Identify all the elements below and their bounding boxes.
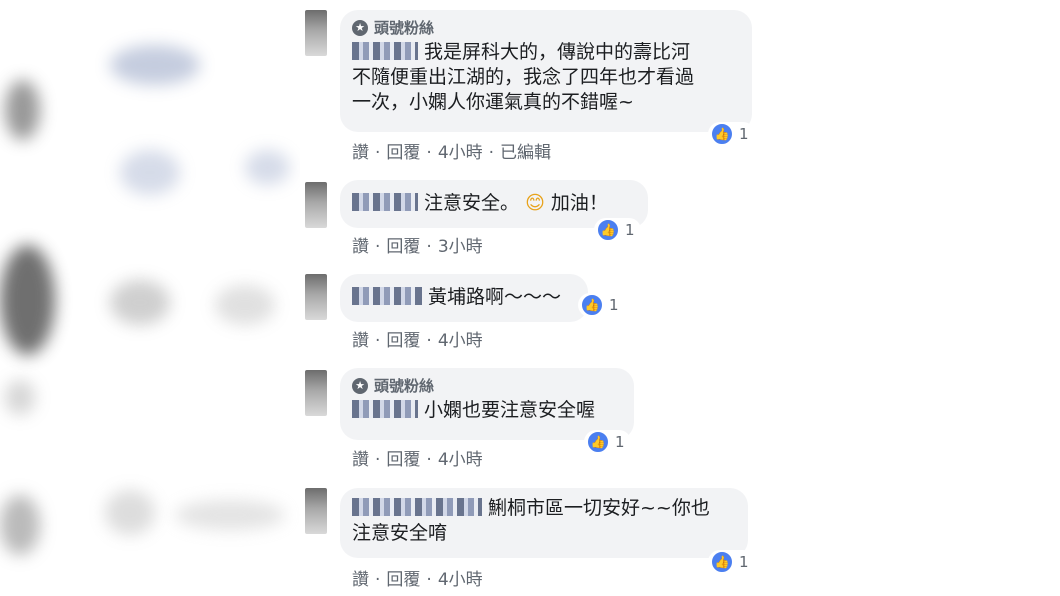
smile-emoji-icon: 😊 xyxy=(525,192,545,214)
comment-text: 加油！ xyxy=(550,192,608,214)
reaction-count-value: 1 xyxy=(615,433,625,451)
top-fan-badge: ★ 頭號粉絲 xyxy=(352,18,740,38)
timestamp[interactable]: 4小時 xyxy=(438,570,483,590)
reaction-count[interactable]: 👍 1 xyxy=(578,293,625,317)
reply-link[interactable]: 回覆 xyxy=(386,237,420,257)
reaction-count-value: 1 xyxy=(609,296,619,314)
reaction-count-value: 1 xyxy=(739,125,749,143)
like-link[interactable]: 讚 xyxy=(352,237,369,257)
reply-link[interactable]: 回覆 xyxy=(386,570,420,590)
like-link[interactable]: 讚 xyxy=(352,143,369,163)
comment-actions: 讚 · 回覆 · 4小時 xyxy=(352,331,483,351)
reaction-count-value: 1 xyxy=(739,553,749,571)
comment-text: 小嫻也要注意安全喔 xyxy=(424,399,596,421)
blurred-background xyxy=(0,0,300,596)
reply-link[interactable]: 回覆 xyxy=(386,450,420,470)
comment-text: 我是屏科大的，傳說中的壽比河 xyxy=(424,41,691,63)
comment-text: 黃埔路啊～～～ xyxy=(428,286,562,308)
top-fan-label: 頭號粉絲 xyxy=(374,377,435,395)
reaction-count[interactable]: 👍 1 xyxy=(584,430,631,454)
avatar[interactable] xyxy=(305,370,327,416)
comment-text: 不隨便重出江湖的，我念了四年也才看過 xyxy=(352,66,695,88)
author-name-redacted[interactable] xyxy=(352,498,482,516)
edited-label[interactable]: 已編輯 xyxy=(500,143,551,163)
like-link[interactable]: 讚 xyxy=(352,450,369,470)
comment-actions: 讚 · 回覆 · 4小時 xyxy=(352,570,483,590)
avatar[interactable] xyxy=(305,274,327,320)
comment-actions: 讚 · 回覆 · 4小時 · 已編輯 xyxy=(352,143,552,163)
thumbs-up-icon: 👍 xyxy=(710,122,734,146)
thumbs-up-icon: 👍 xyxy=(586,430,610,454)
reaction-count[interactable]: 👍 1 xyxy=(708,122,755,146)
thumbs-up-icon: 👍 xyxy=(596,218,620,242)
comment-bubble: 黃埔路啊～～～ xyxy=(340,274,588,322)
timestamp[interactable]: 4小時 xyxy=(438,143,483,163)
reaction-count-value: 1 xyxy=(625,221,635,239)
thumbs-up-icon: 👍 xyxy=(710,550,734,574)
star-icon: ★ xyxy=(352,20,368,36)
comment-text: 鯏桐市區一切安好~~你也 xyxy=(488,497,710,519)
comment-bubble: 鯏桐市區一切安好~~你也 注意安全唷 xyxy=(340,488,748,558)
like-link[interactable]: 讚 xyxy=(352,331,369,351)
reply-link[interactable]: 回覆 xyxy=(386,143,420,163)
author-name-redacted[interactable] xyxy=(352,42,418,60)
comment-text: 注意安全唷 xyxy=(352,522,448,544)
comment-text: 一次，小嫻人你運氣真的不錯喔~ xyxy=(352,91,634,113)
comment-bubble: ★ 頭號粉絲 我是屏科大的，傳說中的壽比河 不隨便重出江湖的，我念了四年也才看過… xyxy=(340,10,752,132)
author-name-redacted[interactable] xyxy=(352,193,418,211)
reaction-count[interactable]: 👍 1 xyxy=(594,218,641,242)
thumbs-up-icon: 👍 xyxy=(580,293,604,317)
comment-bubble: ★ 頭號粉絲 小嫻也要注意安全喔 xyxy=(340,368,634,440)
comment-actions: 讚 · 回覆 · 4小時 xyxy=(352,450,483,470)
star-icon: ★ xyxy=(352,378,368,394)
timestamp[interactable]: 3小時 xyxy=(438,237,483,257)
timestamp[interactable]: 4小時 xyxy=(438,450,483,470)
avatar[interactable] xyxy=(305,10,327,56)
comment-text: 注意安全。 xyxy=(424,192,520,214)
top-fan-badge: ★ 頭號粉絲 xyxy=(352,376,622,396)
reaction-count[interactable]: 👍 1 xyxy=(708,550,755,574)
reply-link[interactable]: 回覆 xyxy=(386,331,420,351)
comment-actions: 讚 · 回覆 · 3小時 xyxy=(352,237,483,257)
author-name-redacted[interactable] xyxy=(352,400,418,418)
top-fan-label: 頭號粉絲 xyxy=(374,19,435,37)
author-name-redacted[interactable] xyxy=(352,287,422,305)
timestamp[interactable]: 4小時 xyxy=(438,331,483,351)
avatar[interactable] xyxy=(305,182,327,228)
avatar[interactable] xyxy=(305,488,327,534)
like-link[interactable]: 讚 xyxy=(352,570,369,590)
